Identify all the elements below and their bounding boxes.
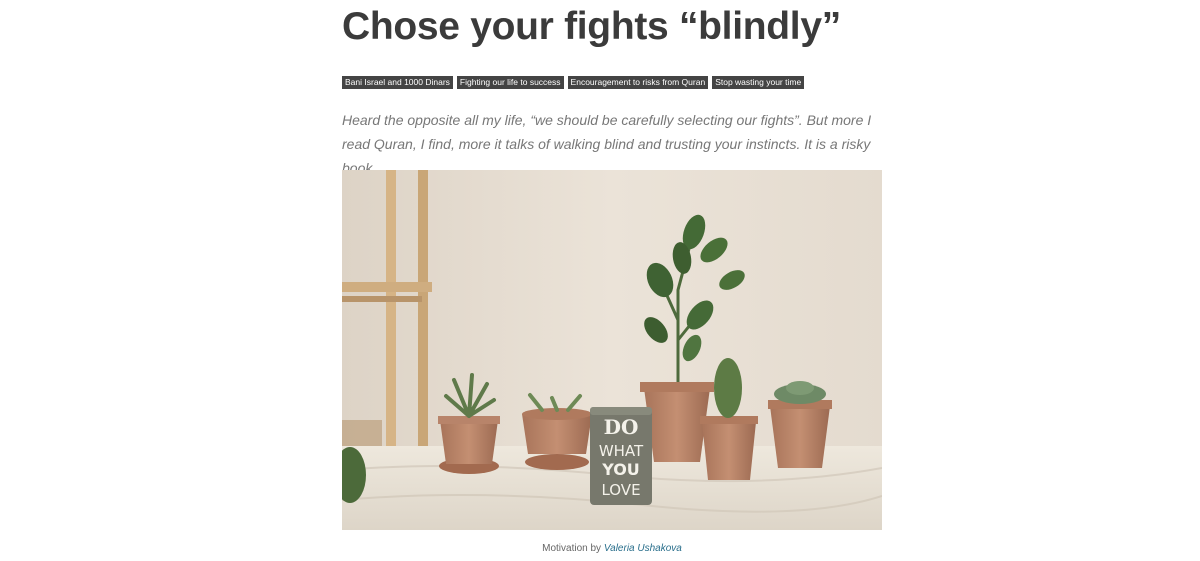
tag-encouragement-to-risks[interactable]: Encouragement to risks from Quran <box>567 76 709 89</box>
image-caption: Motivation by Valeria Ushakova <box>342 543 882 554</box>
tag-stop-wasting-time[interactable]: Stop wasting your time <box>712 76 805 89</box>
caption-prefix: Motivation by <box>542 543 602 554</box>
featured-image: DO WHAT YOU LOVE <box>342 170 882 530</box>
post-title: Chose your fights “blindly” <box>342 5 841 48</box>
block-line-love: LOVE <box>601 481 640 499</box>
block-line-what: WHAT <box>599 442 644 460</box>
block-line-do: DO <box>604 415 639 439</box>
tag-fighting-our-life[interactable]: Fighting our life to success <box>456 76 564 89</box>
block-line-you: YOU <box>601 460 640 479</box>
tag-bani-israel[interactable]: Bani Israel and 1000 Dinars <box>342 76 453 89</box>
caption-author-link[interactable]: Valeria Ushakova <box>604 543 682 554</box>
tag-list: Bani Israel and 1000 Dinars Fighting our… <box>342 76 805 89</box>
